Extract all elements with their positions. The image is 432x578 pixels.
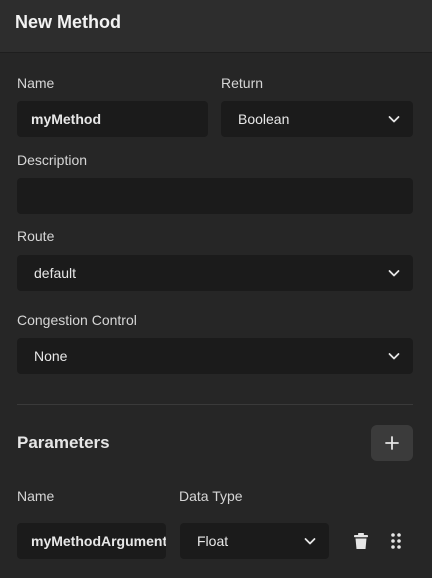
chevron-down-icon xyxy=(304,538,316,545)
route-select[interactable]: default xyxy=(17,255,413,291)
dialog-header: New Method xyxy=(0,0,432,53)
section-divider xyxy=(17,404,413,405)
name-input-value: myMethod xyxy=(31,111,101,127)
chevron-down-icon xyxy=(388,270,400,277)
drag-handle-icon[interactable] xyxy=(386,531,406,551)
trash-icon[interactable] xyxy=(351,531,371,551)
chevron-down-icon xyxy=(388,353,400,360)
parameter-name-value: myMethodArgument xyxy=(31,533,166,549)
route-label: Route xyxy=(17,228,55,244)
add-parameter-button[interactable] xyxy=(371,425,413,461)
return-select[interactable]: Boolean xyxy=(221,101,413,137)
parameter-type-select[interactable]: Float xyxy=(180,523,329,559)
congestion-control-select-value: None xyxy=(34,348,68,364)
description-label: Description xyxy=(17,152,88,168)
parameter-type-header: Data Type xyxy=(179,488,243,504)
dialog-title: New Method xyxy=(15,12,121,32)
chevron-down-icon xyxy=(388,116,400,123)
description-input[interactable] xyxy=(17,178,413,214)
return-select-value: Boolean xyxy=(238,111,290,127)
plus-icon xyxy=(385,436,399,450)
congestion-control-label: Congestion Control xyxy=(17,312,137,328)
name-label: Name xyxy=(17,75,55,91)
name-input[interactable]: myMethod xyxy=(17,101,208,137)
parameter-type-value: Float xyxy=(197,533,229,549)
parameter-name-header: Name xyxy=(17,488,55,504)
parameters-title: Parameters xyxy=(17,433,110,452)
route-select-value: default xyxy=(34,265,77,281)
return-label: Return xyxy=(221,75,264,91)
congestion-control-select[interactable]: None xyxy=(17,338,413,374)
parameter-name-input[interactable]: myMethodArgument xyxy=(17,523,166,559)
